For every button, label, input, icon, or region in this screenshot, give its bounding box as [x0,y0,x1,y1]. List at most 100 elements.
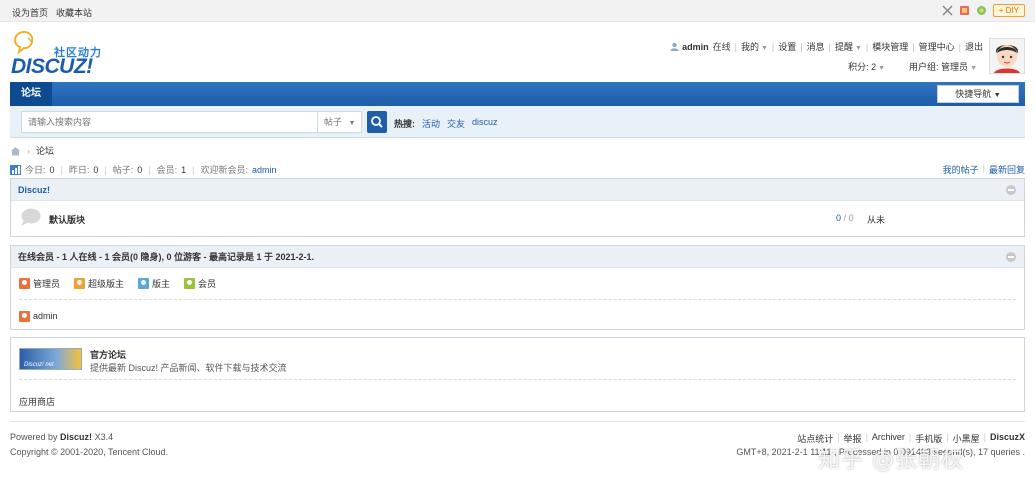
reminders-label: 提醒 [834,42,853,52]
user-nav: admin 在线 | 我的 ▼ | 设置 | 消息 | 提醒 ▼ | 模块管理 | … [670,40,983,53]
legend-admin: 管理员 [19,277,60,290]
link-row: Discuz! net 官方论坛 提供最新 Discuz! 产品新闻、软件下载与… [19,338,1016,380]
hot-term[interactable]: 交友 [447,117,465,130]
search-type-label: 帖子 [324,117,343,127]
stats-chart-icon [10,164,21,175]
hot-searches: 热搜: 活动 交友 discuz [394,117,498,130]
members-count: 1 [181,164,187,175]
settings-link[interactable]: 设置 [778,40,796,53]
yesterday-count: 0 [93,164,99,175]
module-manage-link[interactable]: 模块管理 [872,40,908,53]
thread-count: 0 [836,213,842,223]
divider: | [912,41,915,52]
category-title[interactable]: Discuz! [18,185,50,195]
set-home-link[interactable]: 设为首页 [12,6,48,19]
posts-label: 帖子: [112,165,134,175]
last-post: 从未 [867,215,886,225]
search-input[interactable] [21,111,318,133]
username-link[interactable]: admin [682,42,709,52]
legend-label: 管理员 [33,279,61,289]
members-label: 会员: [156,165,178,175]
diy-label: DIY [1005,6,1019,15]
new-member-link[interactable]: admin [252,165,277,175]
post-count: 0 [848,213,854,223]
color-scheme-icon[interactable] [976,5,987,16]
legend-label: 版主 [152,279,171,289]
messages-link[interactable]: 消息 [807,40,825,53]
latest-replies-link[interactable]: 最新回复 [989,163,1025,176]
online-user-name: admin [33,311,58,321]
admin-center-link[interactable]: 管理中心 [919,40,955,53]
collapse-icon[interactable] [1006,252,1016,262]
divider: | [865,41,869,52]
hot-term[interactable]: discuz [472,117,498,130]
legend-member: 会员 [184,277,216,290]
powered-version: X3.4 [94,432,114,442]
post-links: 我的帖子 | 最新回复 [943,163,1025,176]
home-icon[interactable] [10,146,21,156]
welcome-label: 欢迎新会员: [200,165,249,175]
online-user-list: admin [11,300,1024,332]
reminders-menu[interactable]: 提醒 ▼ [835,40,862,53]
search-icon [371,116,383,128]
nav-tab-forum[interactable]: 论坛 [10,82,52,106]
discuz-banner[interactable]: Discuz! net [19,348,82,370]
user-icon [19,278,30,289]
chevron-down-icon: ▼ [760,45,768,52]
avatar-face-icon [990,39,1024,73]
link-title[interactable]: 官方论坛 [90,348,126,361]
divider: | [148,164,151,175]
divider: | [104,164,107,175]
breadcrumb: › 论坛 [10,144,54,157]
main-nav: 论坛 快捷导航 ▼ [10,82,1025,106]
today-label: 今日: [25,165,46,175]
powered-prefix: Powered by [10,432,58,442]
caret-down-icon: ▼ [993,92,1001,99]
forum-counts: 0 / 0 [836,213,854,223]
logout-link[interactable]: 退出 [965,40,983,53]
chevron-down-icon: ▼ [970,65,977,72]
member-legend: 管理员 超级版主 版主 会员 [19,268,1016,300]
quick-nav-label: 快捷导航 [955,89,992,99]
my-menu[interactable]: 我的 ▼ [741,40,768,53]
my-menu-label: 我的 [740,42,759,52]
online-header: 在线会员 - 1 人在线 - 1 会员(0 隐身), 0 位游客 - 最高记录是… [11,246,1024,268]
points-menu[interactable]: 积分: 2 ▼ [848,60,885,73]
breadcrumb-current[interactable]: 论坛 [36,144,54,157]
forum-stats: 今日: 0 | 昨日: 0 | 帖子: 0 | 会员: 1 | 欢迎新会员: admin [10,163,277,176]
legend-super-moderator: 超级版主 [74,277,124,290]
footer-brand-link[interactable]: DiscuzX [990,432,1025,445]
powered-name-link[interactable]: Discuz! [60,432,92,442]
user-icon [74,278,86,289]
online-members-box: 在线会员 - 1 人在线 - 1 会员(0 隐身), 0 位游客 - 最高记录是… [10,245,1025,330]
online-title: 在线会员 - 1 人在线 - 1 会员(0 隐身), 0 位游客 - 最高记录是… [18,252,315,262]
chevron-down-icon: ▼ [854,45,862,52]
count-separator: / [843,213,847,223]
diy-button[interactable]: + DIY [992,4,1025,17]
style-icon[interactable] [959,5,970,16]
online-user[interactable]: admin [19,310,58,322]
usergroup-menu[interactable]: 用户组: 管理员 ▼ [909,60,977,73]
site-logo[interactable]: 社区动力 DISCUZ! [10,28,110,80]
user-icon [670,42,679,51]
forum-name-link[interactable]: 默认版块 [49,213,85,226]
quick-nav-button[interactable]: 快捷导航 ▼ [937,85,1019,103]
avatar[interactable] [989,38,1025,74]
bookmark-link[interactable]: 收藏本站 [56,6,92,19]
forum-category-box: Discuz! 默认版块 0 / 0 从未 [10,178,1025,237]
app-store-link[interactable]: 应用商店 [19,395,55,408]
yesterday-label: 昨日: [68,165,90,175]
divider: | [983,432,986,442]
friend-links-box: Discuz! net 官方论坛 提供最新 Discuz! 产品新闻、软件下载与… [10,337,1025,412]
user-icon [19,310,30,322]
my-posts-link[interactable]: 我的帖子 [943,163,979,176]
search-button[interactable] [367,111,387,133]
collapse-icon[interactable] [1006,185,1016,195]
search-type-select[interactable]: 帖子 ▼ [318,111,362,133]
divider: | [734,41,737,52]
top-toolbar: 设为首页 收藏本站 + DIY [0,0,1035,22]
breadcrumb-separator: › [27,145,30,156]
hot-term[interactable]: 活动 [422,117,440,130]
switch-width-icon[interactable] [942,5,953,16]
legend-moderator: 版主 [138,277,170,290]
